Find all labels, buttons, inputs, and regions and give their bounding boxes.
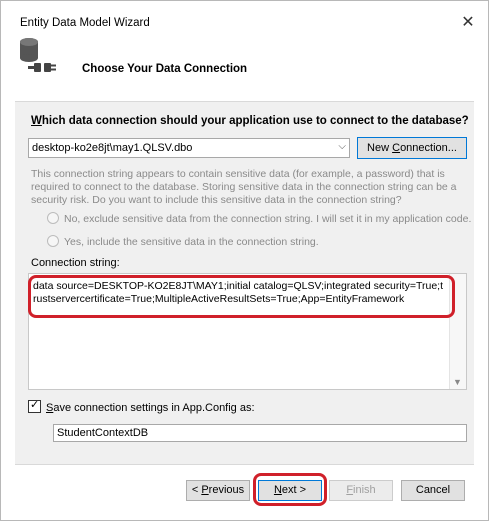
finish-button[interactable]: Finish [329, 480, 393, 501]
close-icon[interactable]: ✕ [458, 13, 478, 33]
previous-button[interactable]: < Previous [186, 480, 250, 501]
save-settings-checkbox[interactable]: ✓ [28, 399, 41, 413]
connection-string-highlight [28, 275, 455, 318]
window-title: Entity Data Model Wizard [20, 17, 150, 29]
radio-exclude-circle[interactable] [47, 212, 59, 224]
new-connection-accel: C [392, 142, 401, 154]
scroll-down-icon[interactable]: ▼ [453, 377, 462, 387]
save-settings-checkbox-row[interactable]: ✓ Save connection settings in App.Config … [28, 399, 255, 414]
question-text: hich data connection should your applica… [41, 115, 469, 127]
cancel-button[interactable]: Cancel [401, 480, 465, 501]
wizard-body: Which data connection should your applic… [15, 102, 474, 464]
title-bar: Entity Data Model Wizard ✕ [1, 1, 488, 33]
sensitive-data-warning: This connection string appears to contai… [31, 168, 457, 206]
new-connection-label-before: New [367, 142, 393, 154]
radio-include-sensitive[interactable]: Yes, include the sensitive data in the c… [47, 235, 319, 248]
radio-include-label: Yes, include the sensitive data in the c… [64, 236, 319, 248]
database-plug-icon [20, 38, 56, 72]
connection-question: Which data connection should your applic… [31, 115, 469, 127]
chevron-down-icon[interactable]: ⌵ [338, 141, 346, 152]
question-accel: W [31, 115, 42, 127]
checkmark-icon: ✓ [30, 399, 40, 411]
connection-select[interactable]: desktop-ko2e8jt\may1.QLSV.dbo ⌵ [28, 138, 350, 158]
finish-label-after: inish [353, 484, 376, 496]
connection-string-label: Connection string: [31, 257, 120, 269]
new-connection-button[interactable]: New Connection... [357, 137, 467, 159]
previous-label-after: revious [208, 484, 245, 496]
config-name-input[interactable]: StudentContextDB [53, 424, 467, 442]
previous-accel: P [201, 484, 209, 496]
radio-exclude-sensitive[interactable]: No, exclude sensitive data from the conn… [47, 212, 471, 225]
wizard-dialog: Entity Data Model Wizard ✕ Choose Your D… [0, 0, 489, 521]
new-connection-label-after: onnection... [400, 142, 457, 154]
radio-include-circle[interactable] [47, 235, 59, 247]
radio-exclude-label: No, exclude sensitive data from the conn… [64, 213, 472, 225]
save-settings-label: ave connection settings in App.Config as… [53, 402, 255, 414]
wizard-header: Choose Your Data Connection [1, 33, 488, 101]
next-button-highlight [253, 473, 327, 506]
previous-label-before: < [191, 484, 202, 496]
page-title: Choose Your Data Connection [82, 63, 248, 75]
connection-select-value: desktop-ko2e8jt\may1.QLSV.dbo [32, 142, 193, 154]
